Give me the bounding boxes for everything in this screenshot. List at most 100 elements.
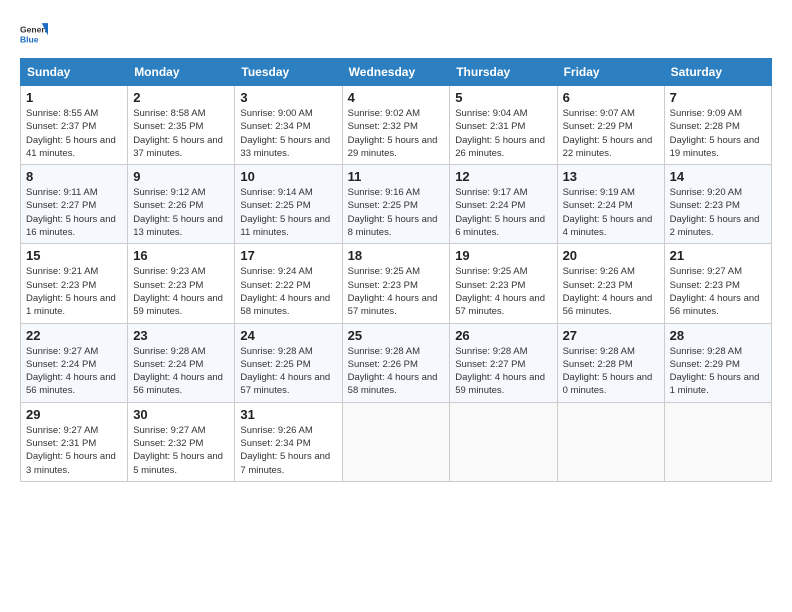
calendar-cell bbox=[664, 402, 771, 481]
calendar-cell: 28 Sunrise: 9:28 AMSunset: 2:29 PMDayligh… bbox=[664, 323, 771, 402]
calendar-cell: 2 Sunrise: 8:58 AMSunset: 2:35 PMDaylight… bbox=[128, 86, 235, 165]
svg-text:Blue: Blue bbox=[20, 35, 39, 45]
day-number: 1 bbox=[26, 90, 122, 105]
calendar-cell: 30 Sunrise: 9:27 AMSunset: 2:32 PMDayligh… bbox=[128, 402, 235, 481]
calendar-cell: 8 Sunrise: 9:11 AMSunset: 2:27 PMDaylight… bbox=[21, 165, 128, 244]
day-number: 12 bbox=[455, 169, 551, 184]
logo: General Blue bbox=[20, 20, 48, 48]
day-info: Sunrise: 9:27 AMSunset: 2:32 PMDaylight:… bbox=[133, 424, 229, 477]
day-number: 9 bbox=[133, 169, 229, 184]
day-info: Sunrise: 8:55 AMSunset: 2:37 PMDaylight:… bbox=[26, 107, 122, 160]
day-number: 25 bbox=[348, 328, 445, 343]
day-info: Sunrise: 8:58 AMSunset: 2:35 PMDaylight:… bbox=[133, 107, 229, 160]
days-header-row: SundayMondayTuesdayWednesdayThursdayFrid… bbox=[21, 59, 772, 86]
header: General Blue bbox=[20, 20, 772, 48]
calendar-cell: 15 Sunrise: 9:21 AMSunset: 2:23 PMDayligh… bbox=[21, 244, 128, 323]
calendar-cell: 14 Sunrise: 9:20 AMSunset: 2:23 PMDayligh… bbox=[664, 165, 771, 244]
day-info: Sunrise: 9:23 AMSunset: 2:23 PMDaylight:… bbox=[133, 265, 229, 318]
day-header-thursday: Thursday bbox=[450, 59, 557, 86]
calendar-cell: 25 Sunrise: 9:28 AMSunset: 2:26 PMDayligh… bbox=[342, 323, 450, 402]
day-info: Sunrise: 9:27 AMSunset: 2:23 PMDaylight:… bbox=[670, 265, 766, 318]
day-number: 10 bbox=[240, 169, 336, 184]
day-info: Sunrise: 9:20 AMSunset: 2:23 PMDaylight:… bbox=[670, 186, 766, 239]
day-number: 13 bbox=[563, 169, 659, 184]
day-number: 28 bbox=[670, 328, 766, 343]
day-number: 31 bbox=[240, 407, 336, 422]
day-info: Sunrise: 9:28 AMSunset: 2:27 PMDaylight:… bbox=[455, 345, 551, 398]
day-info: Sunrise: 9:25 AMSunset: 2:23 PMDaylight:… bbox=[348, 265, 445, 318]
day-number: 26 bbox=[455, 328, 551, 343]
calendar-cell: 23Sunrise: 9:28 AMSunset: 2:24 PMDayligh… bbox=[128, 323, 235, 402]
calendar-cell: 13 Sunrise: 9:19 AMSunset: 2:24 PMDayligh… bbox=[557, 165, 664, 244]
day-number: 22 bbox=[26, 328, 122, 343]
day-number: 18 bbox=[348, 248, 445, 263]
day-info: Sunrise: 9:16 AMSunset: 2:25 PMDaylight:… bbox=[348, 186, 445, 239]
day-header-saturday: Saturday bbox=[664, 59, 771, 86]
day-number: 20 bbox=[563, 248, 659, 263]
day-number: 6 bbox=[563, 90, 659, 105]
day-info: Sunrise: 9:28 AMSunset: 2:24 PMDaylight:… bbox=[133, 345, 229, 398]
calendar-cell: 7Sunrise: 9:09 AMSunset: 2:28 PMDaylight… bbox=[664, 86, 771, 165]
calendar-cell: 24 Sunrise: 9:28 AMSunset: 2:25 PMDayligh… bbox=[235, 323, 342, 402]
day-number: 21 bbox=[670, 248, 766, 263]
day-info: Sunrise: 9:12 AMSunset: 2:26 PMDaylight:… bbox=[133, 186, 229, 239]
calendar-table: SundayMondayTuesdayWednesdayThursdayFrid… bbox=[20, 58, 772, 482]
day-info: Sunrise: 9:17 AMSunset: 2:24 PMDaylight:… bbox=[455, 186, 551, 239]
day-header-sunday: Sunday bbox=[21, 59, 128, 86]
day-info: Sunrise: 9:28 AMSunset: 2:29 PMDaylight:… bbox=[670, 345, 766, 398]
day-info: Sunrise: 9:27 AMSunset: 2:31 PMDaylight:… bbox=[26, 424, 122, 477]
calendar-cell: 22 Sunrise: 9:27 AMSunset: 2:24 PMDayligh… bbox=[21, 323, 128, 402]
day-number: 5 bbox=[455, 90, 551, 105]
day-number: 15 bbox=[26, 248, 122, 263]
calendar-cell: 17 Sunrise: 9:24 AMSunset: 2:22 PMDayligh… bbox=[235, 244, 342, 323]
day-info: Sunrise: 9:26 AMSunset: 2:23 PMDaylight:… bbox=[563, 265, 659, 318]
calendar-cell: 18 Sunrise: 9:25 AMSunset: 2:23 PMDayligh… bbox=[342, 244, 450, 323]
calendar-cell bbox=[557, 402, 664, 481]
calendar-cell: 4 Sunrise: 9:02 AMSunset: 2:32 PMDaylight… bbox=[342, 86, 450, 165]
day-info: Sunrise: 9:28 AMSunset: 2:25 PMDaylight:… bbox=[240, 345, 336, 398]
calendar-cell: 29 Sunrise: 9:27 AMSunset: 2:31 PMDayligh… bbox=[21, 402, 128, 481]
day-number: 8 bbox=[26, 169, 122, 184]
day-info: Sunrise: 9:11 AMSunset: 2:27 PMDaylight:… bbox=[26, 186, 122, 239]
day-number: 4 bbox=[348, 90, 445, 105]
day-number: 7 bbox=[670, 90, 766, 105]
day-number: 29 bbox=[26, 407, 122, 422]
day-number: 30 bbox=[133, 407, 229, 422]
calendar-cell: 31 Sunrise: 9:26 AMSunset: 2:34 PMDayligh… bbox=[235, 402, 342, 481]
calendar-cell: 10 Sunrise: 9:14 AMSunset: 2:25 PMDayligh… bbox=[235, 165, 342, 244]
day-info: Sunrise: 9:24 AMSunset: 2:22 PMDaylight:… bbox=[240, 265, 336, 318]
day-info: Sunrise: 9:27 AMSunset: 2:24 PMDaylight:… bbox=[26, 345, 122, 398]
day-number: 16 bbox=[133, 248, 229, 263]
calendar-cell: 3Sunrise: 9:00 AMSunset: 2:34 PMDaylight… bbox=[235, 86, 342, 165]
day-header-wednesday: Wednesday bbox=[342, 59, 450, 86]
day-info: Sunrise: 9:25 AMSunset: 2:23 PMDaylight:… bbox=[455, 265, 551, 318]
day-info: Sunrise: 9:07 AMSunset: 2:29 PMDaylight:… bbox=[563, 107, 659, 160]
calendar-cell: 26 Sunrise: 9:28 AMSunset: 2:27 PMDayligh… bbox=[450, 323, 557, 402]
calendar-cell: 1 Sunrise: 8:55 AMSunset: 2:37 PMDaylight… bbox=[21, 86, 128, 165]
week-row-4: 22 Sunrise: 9:27 AMSunset: 2:24 PMDayligh… bbox=[21, 323, 772, 402]
calendar-cell: 9 Sunrise: 9:12 AMSunset: 2:26 PMDaylight… bbox=[128, 165, 235, 244]
calendar-cell: 20 Sunrise: 9:26 AMSunset: 2:23 PMDayligh… bbox=[557, 244, 664, 323]
day-number: 24 bbox=[240, 328, 336, 343]
day-info: Sunrise: 9:19 AMSunset: 2:24 PMDaylight:… bbox=[563, 186, 659, 239]
day-number: 17 bbox=[240, 248, 336, 263]
day-number: 19 bbox=[455, 248, 551, 263]
day-number: 27 bbox=[563, 328, 659, 343]
day-info: Sunrise: 9:26 AMSunset: 2:34 PMDaylight:… bbox=[240, 424, 336, 477]
day-info: Sunrise: 9:04 AMSunset: 2:31 PMDaylight:… bbox=[455, 107, 551, 160]
day-info: Sunrise: 9:28 AMSunset: 2:28 PMDaylight:… bbox=[563, 345, 659, 398]
day-number: 2 bbox=[133, 90, 229, 105]
day-number: 14 bbox=[670, 169, 766, 184]
week-row-2: 8 Sunrise: 9:11 AMSunset: 2:27 PMDaylight… bbox=[21, 165, 772, 244]
day-info: Sunrise: 9:02 AMSunset: 2:32 PMDaylight:… bbox=[348, 107, 445, 160]
logo-icon: General Blue bbox=[20, 20, 48, 48]
calendar-cell: 12 Sunrise: 9:17 AMSunset: 2:24 PMDayligh… bbox=[450, 165, 557, 244]
day-info: Sunrise: 9:14 AMSunset: 2:25 PMDaylight:… bbox=[240, 186, 336, 239]
calendar-cell: 19 Sunrise: 9:25 AMSunset: 2:23 PMDayligh… bbox=[450, 244, 557, 323]
week-row-5: 29 Sunrise: 9:27 AMSunset: 2:31 PMDayligh… bbox=[21, 402, 772, 481]
day-header-tuesday: Tuesday bbox=[235, 59, 342, 86]
day-info: Sunrise: 9:28 AMSunset: 2:26 PMDaylight:… bbox=[348, 345, 445, 398]
day-info: Sunrise: 9:21 AMSunset: 2:23 PMDaylight:… bbox=[26, 265, 122, 318]
calendar-cell bbox=[450, 402, 557, 481]
calendar-cell: 6 Sunrise: 9:07 AMSunset: 2:29 PMDaylight… bbox=[557, 86, 664, 165]
